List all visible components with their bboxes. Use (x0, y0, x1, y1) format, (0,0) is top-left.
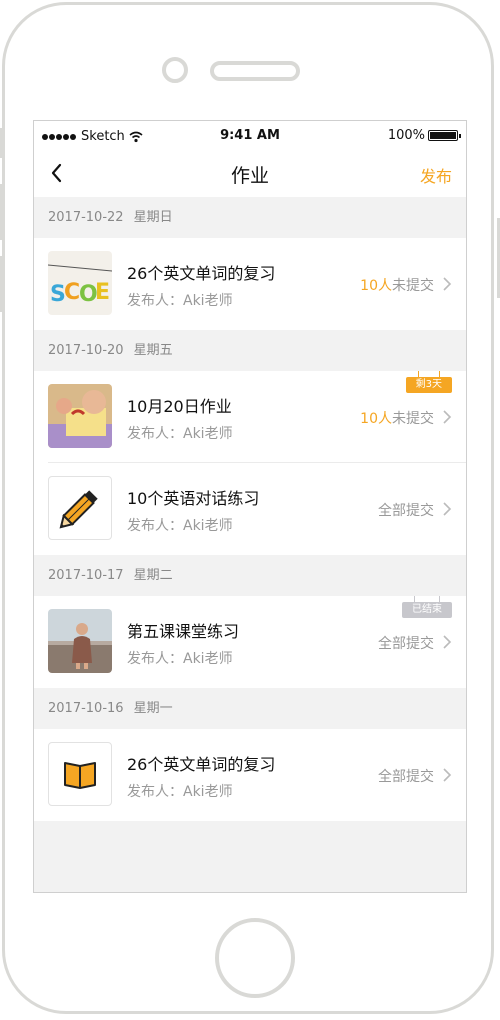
status-text: 未提交 (392, 278, 434, 294)
publisher-label: 发布人：Aki老师 (127, 426, 233, 442)
ended-badge: 已结束 (402, 596, 452, 618)
battery-percent: 100% (387, 128, 425, 143)
date-label: 2017-10-20 (48, 343, 124, 358)
date-header: 2017-10-16 星期一 (34, 688, 466, 729)
chevron-right-icon (443, 768, 452, 782)
svg-text:C: C (64, 280, 80, 305)
submission-status: 全部提交 (378, 633, 434, 653)
app-screen: Sketch 9:41 AM 100% 作业 发布 2017-10-22 星期日 (33, 120, 467, 893)
camera-icon (162, 57, 188, 83)
status-text: 全部提交 (378, 503, 434, 519)
volume-up-button (0, 184, 3, 240)
homework-title: 10个英语对话练习 (127, 489, 260, 508)
battery-icon (428, 130, 461, 141)
publisher-label: 发布人：Aki老师 (127, 784, 233, 800)
status-text: 全部提交 (378, 769, 434, 785)
home-button[interactable] (215, 918, 295, 998)
homework-row[interactable]: S C O E 26个英文单词的复习 发布人：Aki老师 10人未提交 (34, 238, 466, 330)
homework-title: 26个英文单词的复习 (127, 264, 276, 283)
mute-switch (0, 128, 3, 158)
homework-row[interactable]: 26个英文单词的复习 发布人：Aki老师 全部提交 (34, 729, 466, 821)
pencil-icon (48, 476, 112, 540)
homework-title: 第五课课堂练习 (127, 622, 240, 641)
homework-title: 10月20日作业 (127, 397, 232, 416)
letters-photo: S C O E (48, 251, 112, 315)
chevron-right-icon (443, 277, 452, 291)
publisher-label: 发布人：Aki老师 (127, 293, 233, 309)
homework-row[interactable]: 已结束 第五课课堂练习 发布人：Aki老师 全部提交 (34, 596, 466, 688)
chevron-right-icon (443, 502, 452, 516)
status-bar: Sketch 9:41 AM 100% (34, 121, 466, 151)
homework-title: 26个英文单词的复习 (127, 755, 276, 774)
homework-list: 2017-10-22 星期日 S C O E 26个英文单词的复习 发布人：Aki… (34, 197, 466, 821)
publish-button[interactable]: 发布 (420, 163, 452, 187)
publisher-label: 发布人：Aki老师 (127, 651, 233, 667)
status-text: 未提交 (392, 411, 434, 427)
volume-down-button (0, 256, 3, 312)
weekday-label: 星期五 (133, 343, 173, 358)
status-text: 全部提交 (378, 636, 434, 652)
navigation-bar: 作业 发布 (34, 151, 466, 197)
svg-text:E: E (95, 280, 110, 305)
book-icon (48, 742, 112, 806)
submission-status: 10人未提交 (360, 408, 434, 428)
speaker-grille (210, 61, 300, 81)
homework-row[interactable]: 剩3天 10月20日作业 发布人：Aki老师 10人未提交 (34, 371, 466, 463)
battery-indicator: 100% (387, 128, 461, 143)
submission-status: 10人未提交 (360, 275, 434, 295)
craft-photo (48, 384, 112, 448)
weekday-label: 星期日 (133, 210, 173, 225)
pending-count: 10人 (360, 278, 392, 294)
chevron-right-icon (443, 410, 452, 424)
child-beach-photo (48, 609, 112, 673)
days-left-badge: 剩3天 (405, 371, 452, 393)
homework-row[interactable]: 10个英语对话练习 发布人：Aki老师 全部提交 (34, 463, 466, 555)
submission-status: 全部提交 (378, 766, 434, 786)
date-header: 2017-10-22 星期日 (34, 197, 466, 238)
pending-count: 10人 (360, 411, 392, 427)
publisher-label: 发布人：Aki老师 (127, 518, 233, 534)
date-label: 2017-10-22 (48, 210, 124, 225)
weekday-label: 星期二 (133, 568, 173, 583)
chevron-right-icon (443, 635, 452, 649)
submission-status: 全部提交 (378, 500, 434, 520)
date-header: 2017-10-20 星期五 (34, 330, 466, 371)
page-title: 作业 (230, 165, 269, 187)
date-label: 2017-10-16 (48, 701, 124, 716)
weekday-label: 星期一 (133, 701, 173, 716)
date-label: 2017-10-17 (48, 568, 124, 583)
date-header: 2017-10-17 星期二 (34, 555, 466, 596)
